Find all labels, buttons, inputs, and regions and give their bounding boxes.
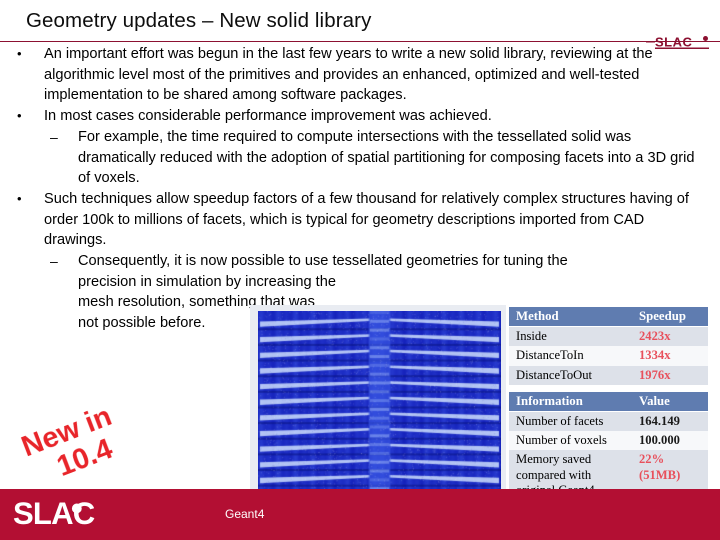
cell-method: Inside	[509, 327, 632, 347]
bullet-marker: •	[17, 106, 22, 127]
cell-information: Number of voxels	[509, 431, 632, 450]
footer-label: Geant4	[225, 507, 264, 521]
bullet-marker: –	[50, 127, 58, 148]
cell-method: DistanceToIn	[509, 346, 632, 365]
cell-information: Number of facets	[509, 412, 632, 432]
table-row: DistanceToIn 1334x	[509, 346, 708, 365]
cell-method: DistanceToOut	[509, 366, 632, 385]
column-header-speedup: Speedup	[632, 307, 708, 327]
bullet-item: • Such techniques allow speedup factors …	[0, 189, 720, 251]
bullet-item: • An important effort was begun in the l…	[0, 44, 720, 106]
cell-speedup: 1334x	[632, 346, 708, 365]
column-header-method: Method	[509, 307, 632, 327]
column-header-information: Information	[509, 392, 632, 412]
sub-bullet-item: – For example, the time required to comp…	[0, 127, 720, 189]
cell-speedup: 1976x	[632, 366, 708, 385]
slide-body: • An important effort was begun in the l…	[0, 44, 720, 334]
bullet-text: An important effort was begun in the las…	[44, 44, 702, 106]
cell-value: 164.149	[632, 412, 708, 432]
sub-bullet-text: For example, the time required to comput…	[78, 127, 698, 189]
title-divider	[0, 41, 720, 42]
page-title: Geometry updates – New solid library	[26, 9, 371, 33]
bullet-item: • In most cases considerable performance…	[0, 106, 720, 127]
results-table: Method Speedup Inside 2423x DistanceToIn…	[509, 307, 708, 500]
column-header-value: Value	[632, 392, 708, 412]
slide-canvas: Geometry updates – New solid library SLA…	[0, 0, 720, 540]
bullet-marker: •	[17, 44, 22, 65]
bullet-marker: •	[17, 189, 22, 210]
cell-value: 100.000	[632, 431, 708, 450]
table-header-row: Information Value	[509, 392, 708, 412]
bullet-marker: –	[50, 251, 58, 272]
table-row: Number of facets 164.149	[509, 412, 708, 432]
bullet-text: Such techniques allow speedup factors of…	[44, 189, 702, 251]
table-header-row: Method Speedup	[509, 307, 708, 327]
table-section-spacer	[509, 385, 708, 392]
cell-speedup: 2423x	[632, 327, 708, 347]
table-row: Number of voxels 100.000	[509, 431, 708, 450]
table-row: Inside 2423x	[509, 327, 708, 347]
table-row: DistanceToOut 1976x	[509, 366, 708, 385]
sub-bullet-lead-text: Consequently, it is now possible to use …	[78, 251, 698, 272]
bullet-text: In most cases considerable performance i…	[44, 106, 702, 127]
